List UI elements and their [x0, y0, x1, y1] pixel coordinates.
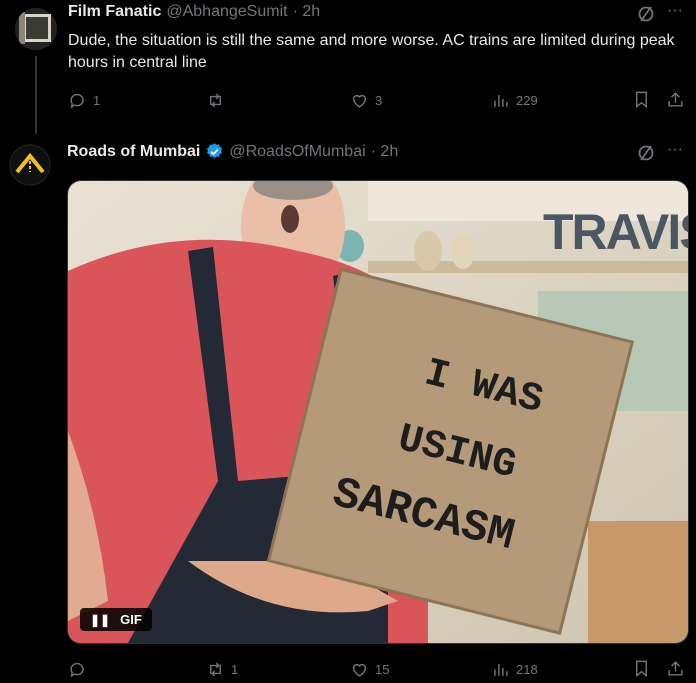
verified-badge-icon[interactable]	[205, 142, 224, 161]
retweet-button[interactable]: 1	[206, 660, 238, 679]
grok-icon[interactable]	[636, 143, 656, 168]
reply-text: Dude, the situation is still the same an…	[68, 32, 675, 71]
gif-frame: TRAVIS I WAS USING SARCASM	[68, 181, 688, 643]
views-button[interactable]: 218	[491, 660, 538, 679]
more-options-icon[interactable]: ···	[667, 2, 683, 20]
heart-icon	[352, 663, 367, 677]
views-icon	[494, 663, 508, 676]
share-icon[interactable]	[666, 90, 685, 114]
reply-icon	[70, 93, 84, 109]
like-button[interactable]: 3	[350, 91, 382, 110]
retweet-button[interactable]	[206, 91, 231, 110]
reply-icon	[70, 662, 84, 678]
views-icon	[494, 94, 508, 107]
views-count: 229	[516, 93, 538, 108]
views-button[interactable]: 229	[491, 91, 538, 110]
tweet-media-gif[interactable]: TRAVIS I WAS USING SARCASM ❚❚ GIF	[67, 180, 689, 644]
like-count: 15	[375, 662, 390, 677]
tweet-time[interactable]: · 2h	[371, 143, 399, 161]
retweet-icon	[210, 93, 221, 108]
gif-label: GIF	[120, 612, 142, 627]
tweet-time[interactable]: · 2h	[293, 3, 321, 21]
author-name[interactable]: Roads of Mumbai	[67, 143, 200, 161]
pause-icon: ❚❚	[90, 612, 111, 627]
author-handle[interactable]: @AbhangeSumit	[166, 3, 287, 21]
author-handle[interactable]: @RoadsOfMumbai	[229, 143, 365, 161]
bookmark-icon[interactable]	[632, 90, 651, 114]
reply-count: 1	[93, 93, 101, 108]
reply-button[interactable]	[68, 660, 93, 679]
reply-button[interactable]: 1	[68, 91, 100, 110]
like-button[interactable]: 15	[350, 660, 389, 679]
bookmark-icon[interactable]	[632, 659, 651, 683]
heart-icon	[352, 94, 367, 108]
travis-watermark: TRAVIS	[543, 204, 688, 260]
more-options-icon[interactable]: ···	[667, 141, 683, 159]
thread-line	[35, 56, 37, 134]
share-icon[interactable]	[666, 659, 685, 683]
views-count: 218	[516, 662, 538, 677]
road-logo-icon	[9, 144, 51, 186]
retweet-count: 1	[231, 662, 239, 677]
film-logo-icon	[15, 8, 57, 50]
gif-play-control[interactable]: ❚❚ GIF	[80, 608, 152, 631]
grok-icon[interactable]	[636, 4, 656, 29]
film-fanatic-avatar[interactable]	[15, 8, 57, 50]
roads-of-mumbai-avatar[interactable]	[9, 144, 51, 186]
author-name[interactable]: Film Fanatic	[68, 3, 161, 21]
like-count: 3	[375, 93, 383, 108]
tweet-header: Roads of Mumbai @RoadsOfMumbai · 2h	[67, 142, 398, 161]
reply-header: Film Fanatic @AbhangeSumit · 2h	[68, 3, 320, 21]
retweet-icon	[210, 662, 221, 677]
